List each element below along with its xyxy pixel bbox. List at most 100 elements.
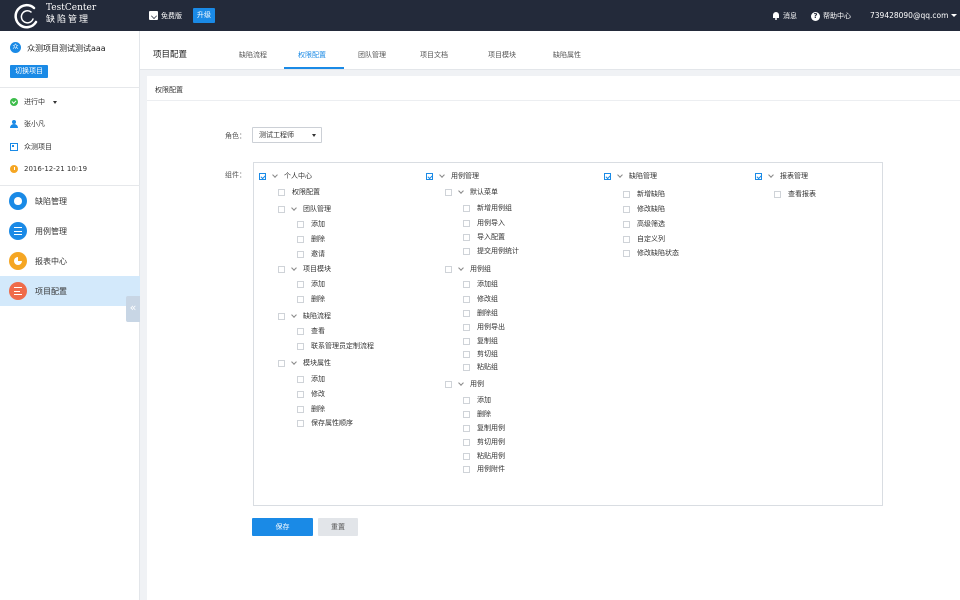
checkbox[interactable] bbox=[463, 363, 470, 371]
perm-item[interactable]: 修改 bbox=[297, 389, 325, 399]
checkbox[interactable] bbox=[774, 190, 781, 198]
checkbox[interactable] bbox=[463, 219, 470, 227]
checkbox[interactable] bbox=[278, 265, 285, 273]
checkbox[interactable] bbox=[278, 188, 285, 196]
checkbox[interactable] bbox=[463, 410, 470, 418]
perm-item[interactable]: 新增缺陷 bbox=[623, 189, 665, 199]
checkbox[interactable] bbox=[623, 235, 630, 243]
perm-item[interactable]: 复制组 bbox=[463, 336, 498, 346]
tab-team-management[interactable]: 团队管理 bbox=[358, 50, 386, 60]
checkbox[interactable] bbox=[463, 337, 470, 345]
perm-item[interactable]: 粘贴组 bbox=[463, 362, 498, 372]
perm-group[interactable]: 用例组 bbox=[445, 264, 491, 274]
perm-item[interactable]: 添加 bbox=[297, 374, 325, 384]
perm-item[interactable]: 联系管理员定制流程 bbox=[297, 341, 374, 351]
checkbox[interactable] bbox=[278, 312, 285, 320]
perm-item[interactable]: 修改组 bbox=[463, 294, 498, 304]
nav-defect-management[interactable]: 缺陷管理 bbox=[0, 186, 140, 216]
perm-group[interactable]: 默认菜单 bbox=[445, 187, 498, 197]
checkbox[interactable] bbox=[463, 247, 470, 255]
tab-project-modules[interactable]: 项目模块 bbox=[488, 50, 516, 60]
checkbox[interactable] bbox=[278, 359, 285, 367]
perm-item[interactable]: 用例导出 bbox=[463, 322, 505, 332]
perm-item[interactable]: 添加 bbox=[297, 219, 325, 229]
perm-item[interactable]: 复制用例 bbox=[463, 423, 505, 433]
checkbox[interactable] bbox=[445, 380, 452, 388]
nav-project-config[interactable]: 项目配置 bbox=[0, 276, 140, 306]
perm-item[interactable]: 删除 bbox=[297, 404, 325, 414]
brand[interactable]: TestCenter 缺陷管理 bbox=[46, 3, 96, 26]
perm-item[interactable]: 新增用例组 bbox=[463, 203, 512, 213]
perm-item[interactable]: 删除组 bbox=[463, 308, 498, 318]
perm-item[interactable]: 用例附件 bbox=[463, 464, 505, 474]
checkbox[interactable] bbox=[463, 233, 470, 241]
checkbox[interactable] bbox=[297, 390, 304, 398]
perm-item[interactable]: 高级筛选 bbox=[623, 219, 665, 229]
perm-item[interactable]: 修改缺陷 bbox=[623, 204, 665, 214]
perm-item[interactable]: 删除 bbox=[297, 294, 325, 304]
perm-item[interactable]: 导入配置 bbox=[463, 232, 505, 242]
checkbox[interactable] bbox=[623, 249, 630, 257]
checkbox[interactable] bbox=[463, 323, 470, 331]
checkbox[interactable] bbox=[297, 327, 304, 335]
checkbox[interactable] bbox=[463, 465, 470, 473]
perm-item[interactable]: 添加 bbox=[297, 279, 325, 289]
perm-item[interactable]: 添加组 bbox=[463, 279, 498, 289]
user-menu[interactable]: 739428090@qq.com bbox=[870, 11, 958, 20]
checkbox[interactable] bbox=[297, 220, 304, 228]
checkbox[interactable] bbox=[463, 309, 470, 317]
perm-group[interactable]: 模块属性 bbox=[278, 358, 331, 368]
perm-item[interactable]: 邀请 bbox=[297, 249, 325, 259]
nav-report-center[interactable]: 报表中心 bbox=[0, 246, 140, 276]
chevron-down-icon[interactable] bbox=[291, 311, 297, 318]
chevron-down-icon[interactable] bbox=[439, 171, 445, 178]
reset-button[interactable]: 重置 bbox=[318, 518, 358, 536]
upgrade-button[interactable]: 升级 bbox=[193, 8, 215, 23]
perm-item[interactable]: 添加 bbox=[463, 395, 491, 405]
checkbox[interactable] bbox=[463, 438, 470, 446]
chevron-down-icon[interactable] bbox=[291, 204, 297, 211]
perm-item[interactable]: 查看 bbox=[297, 326, 325, 336]
checkbox[interactable] bbox=[297, 295, 304, 303]
perm-group[interactable]: 个人中心 bbox=[259, 171, 312, 181]
chevron-down-icon[interactable] bbox=[458, 264, 464, 271]
perm-item[interactable]: 删除 bbox=[463, 409, 491, 419]
perm-item[interactable]: 用例导入 bbox=[463, 218, 505, 228]
checkbox-checked[interactable] bbox=[755, 172, 762, 180]
perm-group[interactable]: 缺陷流程 bbox=[278, 311, 331, 321]
checkbox-checked[interactable] bbox=[426, 172, 433, 180]
chevron-down-icon[interactable] bbox=[291, 358, 297, 365]
checkbox[interactable] bbox=[463, 295, 470, 303]
perm-group[interactable]: 用例管理 bbox=[426, 171, 479, 181]
perm-group[interactable]: 项目模块 bbox=[278, 264, 331, 274]
checkbox[interactable] bbox=[297, 342, 304, 350]
checkbox[interactable] bbox=[297, 280, 304, 288]
chevron-down-icon[interactable] bbox=[768, 171, 774, 178]
tab-project-docs[interactable]: 项目文档 bbox=[420, 50, 448, 60]
chevron-down-icon[interactable] bbox=[458, 379, 464, 386]
perm-item[interactable]: 保存属性顺序 bbox=[297, 418, 353, 428]
collapse-sidebar-button[interactable]: « bbox=[126, 296, 140, 322]
help-center-link[interactable]: ? 帮助中心 bbox=[811, 11, 851, 21]
checkbox[interactable] bbox=[623, 190, 630, 198]
perm-item[interactable]: 粘贴用例 bbox=[463, 451, 505, 461]
role-select[interactable]: 测试工程师 bbox=[252, 127, 322, 143]
perm-item[interactable]: 剪切组 bbox=[463, 349, 498, 359]
perm-group[interactable]: 用例 bbox=[445, 379, 484, 389]
checkbox[interactable] bbox=[463, 280, 470, 288]
checkbox[interactable] bbox=[463, 452, 470, 460]
checkbox[interactable] bbox=[445, 265, 452, 273]
checkbox[interactable] bbox=[297, 250, 304, 258]
perm-group[interactable]: 团队管理 bbox=[278, 204, 331, 214]
tab-permission-config[interactable]: 权限配置 bbox=[298, 50, 326, 60]
save-button[interactable]: 保存 bbox=[252, 518, 313, 536]
checkbox[interactable] bbox=[463, 350, 470, 358]
checkbox[interactable] bbox=[463, 396, 470, 404]
checkbox[interactable] bbox=[445, 188, 452, 196]
perm-group[interactable]: 缺陷管理 bbox=[604, 171, 657, 181]
tab-defect-flow[interactable]: 缺陷流程 bbox=[239, 50, 267, 60]
chevron-down-icon[interactable] bbox=[291, 264, 297, 271]
perm-item[interactable]: 删除 bbox=[297, 234, 325, 244]
chevron-down-icon[interactable] bbox=[617, 171, 623, 178]
perm-item[interactable]: 剪切用例 bbox=[463, 437, 505, 447]
